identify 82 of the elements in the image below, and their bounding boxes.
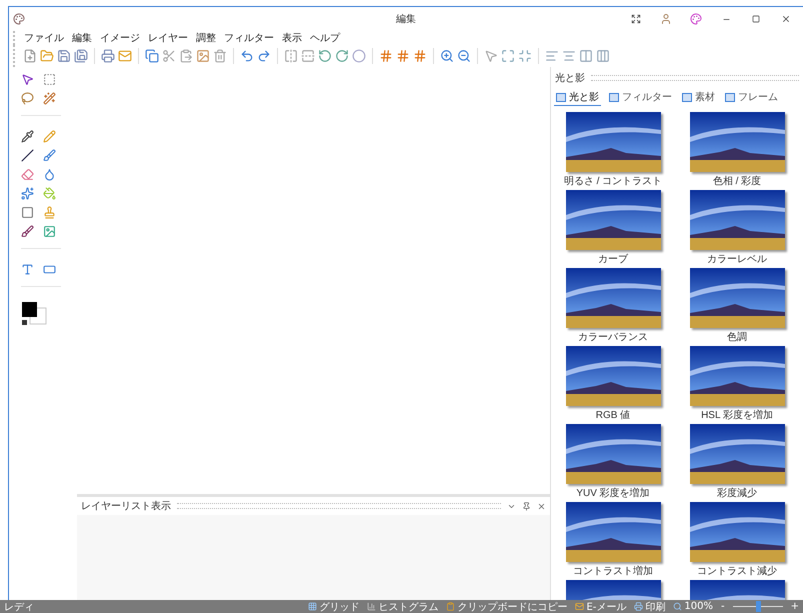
status-button[interactable]: グリッド [308,600,360,613]
hash-icon[interactable] [396,49,410,63]
flip-vertical-icon[interactable] [301,49,315,63]
paste-icon[interactable] [179,49,193,63]
magnifier-icon [673,602,682,611]
effect-thumbnail[interactable]: 色相 / 彩度 [675,112,799,186]
print-icon[interactable] [101,49,115,63]
menu-item[interactable]: 編集 [69,31,95,45]
palette-icon[interactable] [690,13,702,25]
effect-thumbnail[interactable]: 彩度減少 [675,424,799,498]
menu-item[interactable]: レイヤー [145,31,191,45]
slider-thumb[interactable] [756,601,761,612]
zoom-out-label: - [721,601,725,612]
circle-icon[interactable] [352,49,366,63]
menu-item[interactable]: イメージ [97,31,143,45]
status-button[interactable]: E-メール [575,600,626,613]
status-button[interactable]: クリップボードにコピー [446,600,568,613]
status-text: レディ [4,600,34,613]
pin-icon[interactable] [522,502,531,510]
effect-thumbnail[interactable]: YUV 彩度を増加 [551,424,675,498]
zoom-in-icon[interactable] [440,49,454,63]
print-icon [634,602,644,611]
columns-icon[interactable] [596,49,610,63]
flip-horizontal-icon[interactable] [284,49,298,63]
status-button[interactable]: ヒストグラム [367,600,438,613]
shrink-icon[interactable] [518,49,532,63]
panel-tab[interactable]: 素材 [680,89,717,106]
grid-icon [308,602,318,611]
effect-thumbnail[interactable]: HSL 彩度を増加 [675,346,799,420]
maximize-icon[interactable] [752,15,760,23]
effect-thumbnail[interactable]: RGB 値 [551,346,675,420]
effect-thumbnail[interactable]: 色調 [675,268,799,342]
menu-item[interactable]: ファイル [21,31,67,45]
align-center-icon[interactable] [562,49,576,63]
scissors-icon[interactable] [162,49,176,63]
close-icon[interactable] [537,502,546,510]
close-icon[interactable] [781,14,791,24]
columns-icon[interactable] [579,49,593,63]
window-title: 編集 [396,13,416,26]
clipboard-icon [446,602,456,611]
mail-icon[interactable] [118,49,132,63]
user-icon[interactable] [660,13,672,25]
pointer-icon[interactable] [484,49,498,63]
new-file-icon[interactable] [23,49,37,63]
save-icon[interactable] [57,49,71,63]
fullscreen-icon[interactable] [631,14,641,24]
hash-icon[interactable] [379,49,393,63]
image-icon[interactable] [196,49,210,63]
effect-thumbnail[interactable]: コントラスト減少 [675,502,799,576]
trash-icon[interactable] [213,49,227,63]
copy-icon[interactable] [145,49,159,63]
rotate-right-icon[interactable] [335,49,349,63]
panel-tab[interactable]: フレーム [723,89,780,106]
zoom-out-icon[interactable] [457,49,471,63]
expand-icon[interactable] [501,49,515,63]
menu-item[interactable]: ヘルプ [307,31,343,45]
histogram-icon [367,602,376,611]
color-swatches-icon[interactable] [21,301,47,327]
undo-icon[interactable] [240,49,254,63]
hash-icon[interactable] [413,49,427,63]
menu-item[interactable]: フィルター [221,31,277,45]
menu-item[interactable]: 調整 [193,31,219,45]
menu-item[interactable]: 表示 [279,31,305,45]
effect-thumbnail[interactable]: コントラスト増加 [551,502,675,576]
app-icon [13,13,25,25]
status-button[interactable]: 100% [673,601,713,612]
panel-tab[interactable]: フィルター [607,89,674,106]
rotate-left-icon[interactable] [318,49,332,63]
status-button[interactable]: 印刷 [634,600,666,613]
save-all-icon[interactable] [74,49,88,63]
panel-tab[interactable]: 光と影 [554,89,601,106]
align-left-icon[interactable] [545,49,559,63]
effect-thumbnail[interactable]: カラーレベル [675,190,799,264]
panel-title: 光と影 [555,72,585,85]
redo-icon[interactable] [257,49,271,63]
mail-icon [575,602,584,611]
panel-title: レイヤーリスト表示 [81,500,171,513]
effect-thumbnail[interactable]: カーブ [551,190,675,264]
effect-thumbnail[interactable]: 明るさ / コントラスト [551,112,675,186]
zoom-in-label: + [790,601,799,612]
effect-thumbnail[interactable]: カラーバランス [551,268,675,342]
open-folder-icon[interactable] [40,49,54,63]
